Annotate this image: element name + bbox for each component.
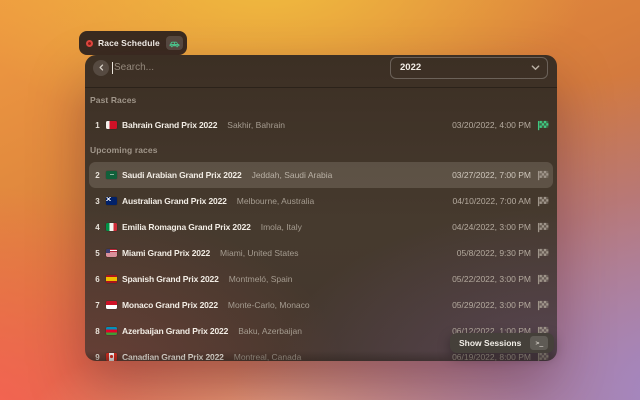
- race-location: Miami, United States: [220, 248, 298, 258]
- race-location: Melbourne, Australia: [237, 196, 315, 206]
- race-name: Spanish Grand Prix 2022: [122, 274, 219, 284]
- desktop: { "window_badge": { "title": "Race Sched…: [0, 0, 640, 400]
- race-datetime: 03/27/2022, 7:00 PM: [452, 170, 531, 180]
- race-row[interactable]: 6 Spanish Grand Prix 2022 Montmeló, Spai…: [89, 266, 553, 292]
- race-number: 2: [93, 171, 102, 180]
- race-number: 8: [93, 327, 102, 336]
- race-row[interactable]: 5 Miami Grand Prix 2022 Miami, United St…: [89, 240, 553, 266]
- record-dot-icon: [86, 40, 93, 47]
- section-label: Upcoming races: [85, 138, 557, 162]
- race-datetime: 05/8/2022, 9:30 PM: [457, 248, 531, 258]
- terminal-key-icon: >_: [530, 336, 548, 350]
- back-button[interactable]: [93, 60, 109, 76]
- show-sessions-label: Show Sessions: [459, 338, 521, 348]
- race-number: 5: [93, 249, 102, 258]
- race-number: 3: [93, 197, 102, 206]
- race-datetime: 04/24/2022, 3:00 PM: [452, 222, 531, 232]
- race-row[interactable]: 1 Bahrain Grand Prix 2022 Sakhir, Bahrai…: [89, 112, 553, 138]
- race-row[interactable]: 4 Emilia Romagna Grand Prix 2022 Imola, …: [89, 214, 553, 240]
- race-name: Monaco Grand Prix 2022: [122, 300, 218, 310]
- race-name: Azerbaijan Grand Prix 2022: [122, 326, 228, 336]
- year-dropdown-value: 2022: [400, 62, 421, 73]
- country-flag-icon: [106, 249, 117, 257]
- text-caret: [112, 62, 113, 74]
- search-placeholder: Search...: [114, 62, 154, 73]
- race-schedule-window: Search... 2022 Past Races 1 Bahrain Gran…: [85, 55, 557, 361]
- race-datetime: 05/29/2022, 3:00 PM: [452, 300, 531, 310]
- window-title-badge: Race Schedule: [79, 31, 187, 55]
- country-flag-icon: [106, 121, 117, 129]
- country-flag-icon: [106, 223, 117, 231]
- race-list: Past Races 1 Bahrain Grand Prix 2022 Sak…: [85, 88, 557, 361]
- checkered-flag-icon: [537, 170, 549, 181]
- race-number: 1: [93, 121, 102, 130]
- country-flag-icon: [106, 275, 117, 283]
- section-label: Past Races: [85, 88, 557, 112]
- show-sessions-hint[interactable]: Show Sessions >_: [450, 333, 554, 353]
- race-datetime: 03/20/2022, 4:00 PM: [452, 120, 531, 130]
- checkered-flag-icon: [537, 196, 549, 207]
- race-location: Monte-Carlo, Monaco: [228, 300, 310, 310]
- checkered-flag-icon: [537, 274, 549, 285]
- search-bar: Search... 2022: [85, 55, 557, 88]
- race-row[interactable]: 2 Saudi Arabian Grand Prix 2022 Jeddah, …: [89, 162, 553, 188]
- race-car-icon: [166, 36, 183, 50]
- race-name: Australian Grand Prix 2022: [122, 196, 227, 206]
- race-row[interactable]: 3 Australian Grand Prix 2022 Melbourne, …: [89, 188, 553, 214]
- race-location: Montmeló, Spain: [229, 274, 293, 284]
- country-flag-icon: [106, 197, 117, 205]
- checkered-flag-icon: [537, 300, 549, 311]
- race-name: Saudi Arabian Grand Prix 2022: [122, 170, 242, 180]
- race-datetime: 05/22/2022, 3:00 PM: [452, 274, 531, 284]
- country-flag-icon: [106, 327, 117, 335]
- race-number: 6: [93, 275, 102, 284]
- checkered-flag-icon: [537, 248, 549, 259]
- race-location: Jeddah, Saudi Arabia: [252, 170, 333, 180]
- race-datetime: 04/10/2022, 7:00 AM: [453, 196, 531, 206]
- race-location: Montreal, Canada: [234, 352, 302, 361]
- race-name: Emilia Romagna Grand Prix 2022: [122, 222, 251, 232]
- chevron-down-icon: [531, 63, 540, 72]
- race-name: Bahrain Grand Prix 2022: [122, 120, 217, 130]
- race-datetime: 06/19/2022, 8:00 PM: [452, 352, 531, 361]
- race-number: 4: [93, 223, 102, 232]
- race-location: Imola, Italy: [261, 222, 302, 232]
- search-input[interactable]: Search...: [112, 62, 390, 74]
- race-location: Baku, Azerbaijan: [238, 326, 302, 336]
- race-row[interactable]: 7 Monaco Grand Prix 2022 Monte-Carlo, Mo…: [89, 292, 553, 318]
- race-location: Sakhir, Bahrain: [227, 120, 285, 130]
- race-name: Miami Grand Prix 2022: [122, 248, 210, 258]
- checkered-flag-icon: [537, 222, 549, 233]
- country-flag-icon: [106, 353, 117, 361]
- race-name: Canadian Grand Prix 2022: [122, 352, 224, 361]
- window-title: Race Schedule: [98, 38, 160, 48]
- year-dropdown[interactable]: 2022: [390, 57, 548, 79]
- race-number: 7: [93, 301, 102, 310]
- checkered-flag-icon: [537, 120, 549, 131]
- country-flag-icon: [106, 301, 117, 309]
- country-flag-icon: [106, 171, 117, 179]
- race-number: 9: [93, 353, 102, 362]
